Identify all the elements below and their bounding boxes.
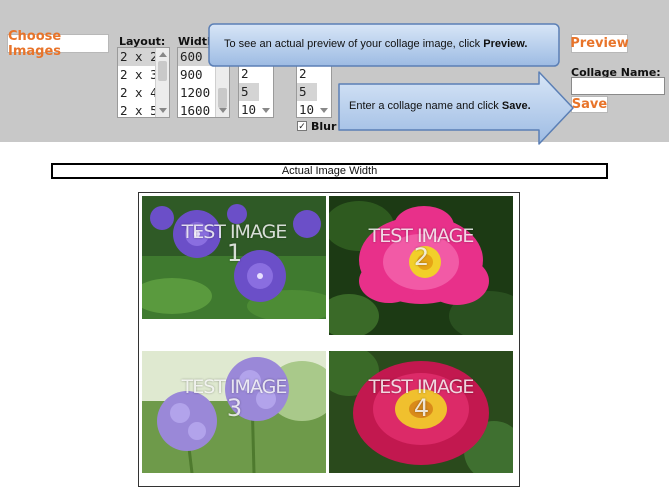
collage-name-input[interactable] bbox=[571, 77, 665, 95]
tile-4-number: 4 bbox=[413, 394, 429, 422]
collage-tile-1: TEST IMAGE 1 bbox=[142, 196, 326, 319]
blur-label: Blur bbox=[311, 120, 337, 133]
tile-2-number: 2 bbox=[413, 243, 429, 271]
tile-1-number: 1 bbox=[226, 239, 242, 267]
collage-tile-4: TEST IMAGE 4 bbox=[329, 351, 513, 473]
tile-3-number: 3 bbox=[226, 394, 242, 422]
preview-button[interactable]: Preview bbox=[570, 34, 629, 53]
collage-tile-2: TEST IMAGE 2 bbox=[329, 196, 513, 335]
blur-checkbox[interactable]: ✓ bbox=[297, 121, 307, 131]
save-callout-text: Enter a collage name and click Save. bbox=[349, 100, 531, 112]
save-callout: Enter a collage name and click Save. bbox=[337, 70, 577, 146]
layout-scrollbar[interactable] bbox=[155, 48, 169, 117]
choose-images-button[interactable]: Choose Images bbox=[7, 29, 109, 59]
preview-callout: To see an actual preview of your collage… bbox=[207, 22, 561, 68]
collage-preview: TEST IMAGE 1 TEST IMAGE 2 TEST IMAGE 3 T… bbox=[138, 192, 520, 487]
collage-tile-3: TEST IMAGE 3 bbox=[142, 351, 326, 473]
actual-image-width-bar: Actual Image Width bbox=[51, 163, 608, 179]
preview-callout-text: To see an actual preview of your collage… bbox=[224, 38, 528, 50]
layout-listbox[interactable]: 2 x 2 2 x 3 2 x 4 2 x 5 bbox=[117, 47, 170, 118]
